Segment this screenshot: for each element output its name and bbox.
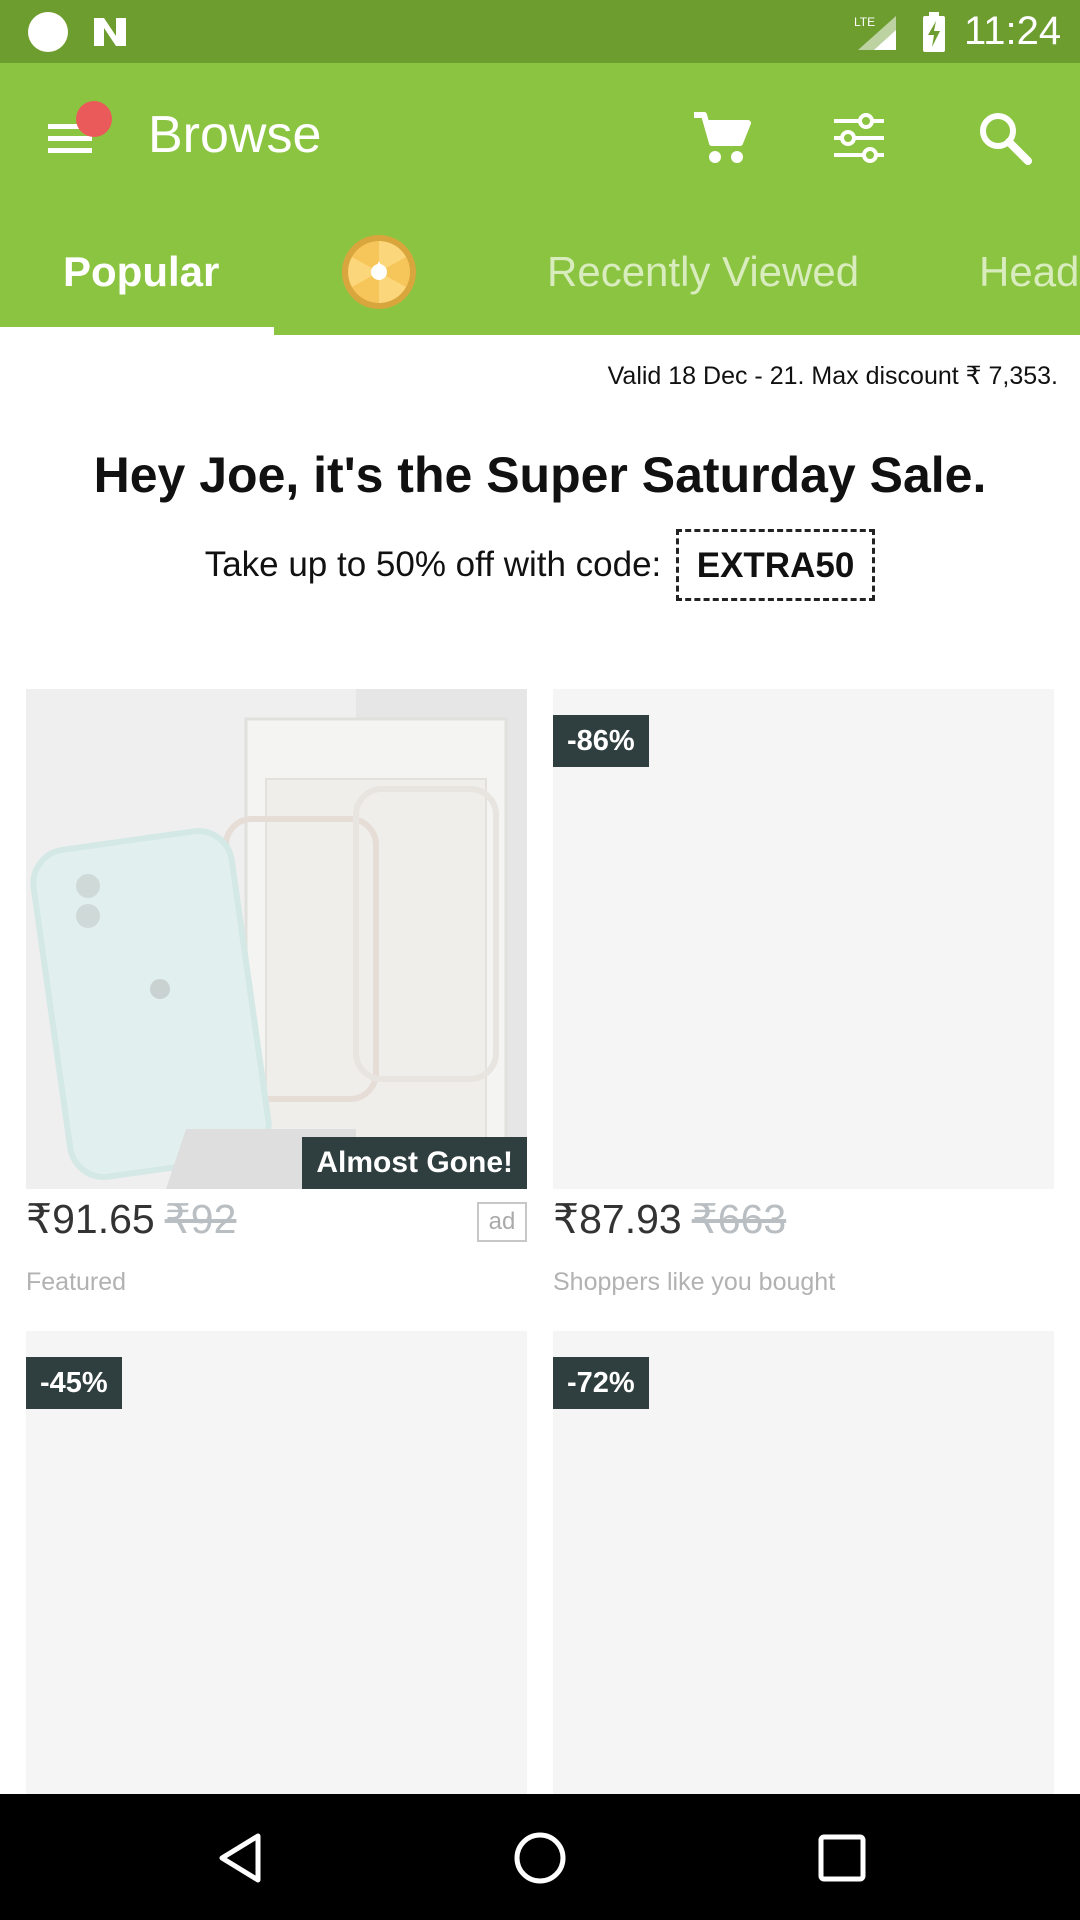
product-price: ₹91.65 ₹92 [26, 1194, 236, 1244]
clock: 11:24 [964, 9, 1062, 53]
original-price: ₹663 [691, 1196, 787, 1242]
discount-badge: -72% [553, 1357, 649, 1409]
status-bar: LTE 11:24 [0, 0, 1080, 63]
home-icon[interactable] [510, 1828, 570, 1888]
system-nav-bar [0, 1794, 1080, 1920]
n-logo-icon [94, 18, 126, 46]
notification-circle-icon [28, 12, 68, 52]
ad-tag: ad [477, 1202, 527, 1242]
filter-icon[interactable] [826, 105, 892, 171]
almost-gone-label: Almost Gone! [302, 1137, 527, 1189]
back-icon[interactable] [210, 1828, 270, 1888]
product-card-image[interactable]: -86% [553, 689, 1054, 1189]
tab-bar: Popular Recently Viewed Head [0, 211, 1080, 335]
battery-icon [923, 12, 945, 52]
product-photo-phone-case [26, 689, 527, 1189]
recent-apps-icon[interactable] [812, 1828, 872, 1888]
product-price: ₹87.93 ₹663 [553, 1194, 786, 1244]
tab-recently-viewed[interactable]: Recently Viewed [547, 247, 859, 297]
promo-subtitle: Take up to 50% off with code: [204, 545, 662, 584]
tab-indicator [0, 327, 274, 335]
product-card-image[interactable]: Almost Gone! [26, 689, 527, 1189]
app-bar: Browse [0, 63, 1080, 211]
tab-head[interactable]: Head [979, 247, 1079, 297]
lte-signal-icon: LTE [854, 15, 896, 50]
tab-popular[interactable]: Popular [63, 247, 219, 297]
product-card-image[interactable]: -45% [26, 1331, 527, 1794]
current-price: ₹91.65 [26, 1196, 155, 1242]
promo-subtitle-row: Take up to 50% off with code: EXTRA50 [0, 528, 1080, 602]
promo-validity: Valid 18 Dec - 21. Max discount ₹ 7,353. [607, 362, 1058, 390]
page-title: Browse [148, 106, 322, 164]
original-price: ₹92 [164, 1196, 237, 1242]
wheel-icon[interactable] [340, 233, 418, 311]
current-price: ₹87.93 [553, 1196, 682, 1242]
search-icon[interactable] [972, 105, 1038, 171]
promo-title: Hey Joe, it's the Super Saturday Sale. [93, 447, 987, 503]
product-caption: Shoppers like you bought [553, 1268, 836, 1296]
product-card-image[interactable]: -72% [553, 1331, 1054, 1794]
discount-badge: -45% [26, 1357, 122, 1409]
promo-code[interactable]: EXTRA50 [675, 529, 876, 601]
lte-label: LTE [854, 15, 875, 29]
discount-badge: -86% [553, 715, 649, 767]
cart-icon[interactable] [688, 105, 754, 171]
product-caption: Featured [26, 1268, 127, 1296]
notification-dot [76, 101, 112, 137]
